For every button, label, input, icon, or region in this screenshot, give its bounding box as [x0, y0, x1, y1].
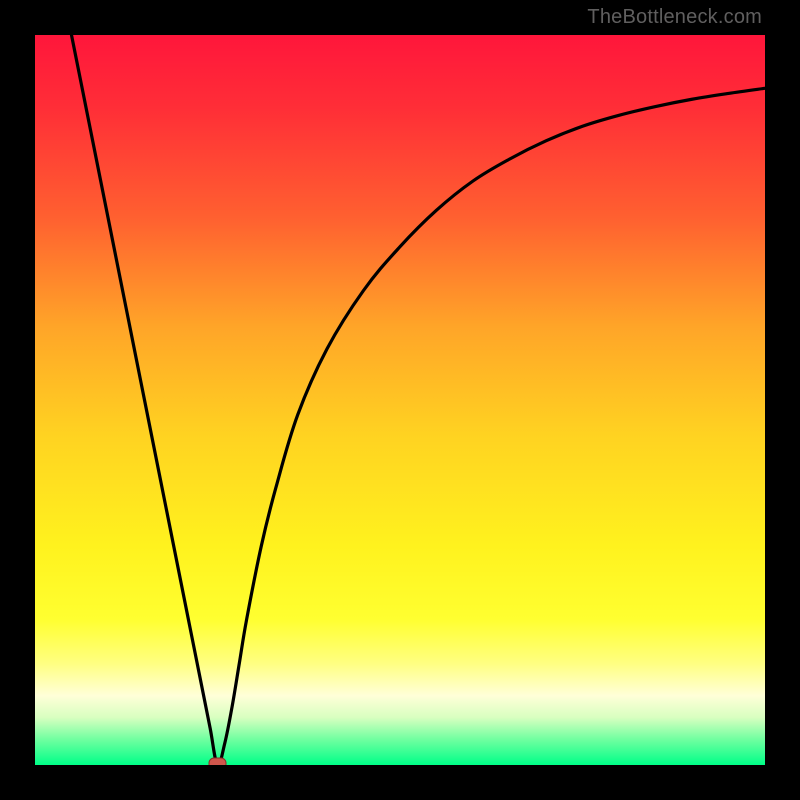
bottleneck-curve [72, 35, 766, 765]
minimum-marker [209, 758, 226, 765]
watermark-text: TheBottleneck.com [587, 6, 762, 29]
plot-area [35, 35, 765, 765]
chart-frame: TheBottleneck.com [0, 0, 800, 800]
curve-layer [35, 35, 765, 765]
